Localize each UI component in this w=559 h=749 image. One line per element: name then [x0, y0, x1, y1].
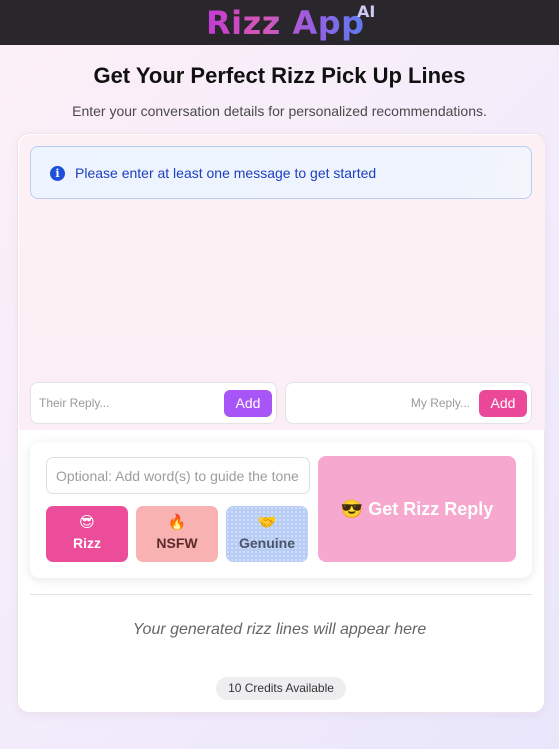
- mode-label: NSFW: [156, 535, 198, 551]
- their-reply-input[interactable]: [39, 384, 219, 422]
- alert-message: Please enter at least one message to get…: [75, 165, 377, 181]
- mode-genuine-button[interactable]: 🤝 Genuine: [226, 506, 308, 562]
- logo-ai-badge: AI: [357, 2, 376, 21]
- app-logo[interactable]: Rizz App: [206, 4, 365, 42]
- add-my-reply-button[interactable]: Add: [479, 390, 527, 417]
- get-rizz-reply-button[interactable]: 😎 Get Rizz Reply: [318, 456, 516, 562]
- page-title: Get Your Perfect Rizz Pick Up Lines: [93, 63, 466, 88]
- results-placeholder: Your generated rizz lines will appear he…: [132, 621, 427, 638]
- mode-label: Genuine: [238, 535, 295, 551]
- mode-label: Rizz: [73, 535, 101, 551]
- info-icon: i: [50, 166, 65, 181]
- page-subtitle: Enter your conversation details for pers…: [72, 103, 487, 119]
- tone-input[interactable]: [46, 457, 310, 494]
- handshake-icon: 🤝: [257, 513, 277, 531]
- mode-nsfw-button[interactable]: 🔥 NSFW: [136, 506, 218, 562]
- my-reply-input[interactable]: [294, 384, 470, 422]
- add-their-reply-button[interactable]: Add: [224, 390, 272, 417]
- sunglasses-icon: 😎: [79, 513, 95, 531]
- divider: [30, 594, 532, 595]
- my-reply-box: Add: [285, 382, 532, 424]
- credits-badge: 10 Credits Available: [216, 677, 346, 700]
- their-reply-box: Add: [30, 382, 277, 424]
- fire-icon: 🔥: [167, 513, 187, 531]
- mode-rizz-button[interactable]: 😎 Rizz: [46, 506, 128, 562]
- info-alert: i Please enter at least one message to g…: [30, 146, 532, 199]
- controls-panel: 😎 Rizz 🔥 NSFW 🤝 Genuine 😎 Get Rizz Reply: [30, 442, 532, 578]
